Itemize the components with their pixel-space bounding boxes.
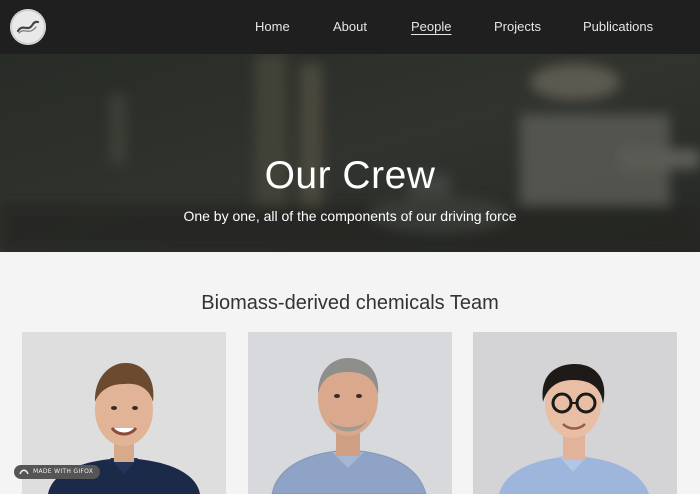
member-photo-icon [473, 332, 677, 494]
nav-about-link[interactable]: About [333, 19, 367, 34]
navbar: Home About People Projects Publications [0, 0, 700, 54]
gifox-icon [19, 469, 29, 475]
nav-people-link[interactable]: People [411, 19, 451, 34]
nav-home-link[interactable]: Home [255, 19, 290, 34]
hero-title: Our Crew [264, 154, 436, 197]
made-with-gifox-badge: MADE WITH GIFOX [14, 465, 101, 479]
team-member-card[interactable] [473, 332, 677, 494]
hero-banner: Our Crew One by one, all of the componen… [0, 54, 700, 252]
nav-projects-link[interactable]: Projects [494, 19, 541, 34]
team-member-card[interactable] [248, 332, 452, 494]
hero-subtitle: One by one, all of the components of our… [183, 208, 517, 224]
team-heading: Biomass-derived chemicals Team [201, 292, 499, 314]
badge-text: MADE WITH GIFOX [33, 468, 94, 475]
nav-publications-link[interactable]: Publications [583, 19, 653, 34]
lab-logo-icon[interactable] [10, 9, 46, 45]
member-photo-icon [248, 332, 452, 494]
